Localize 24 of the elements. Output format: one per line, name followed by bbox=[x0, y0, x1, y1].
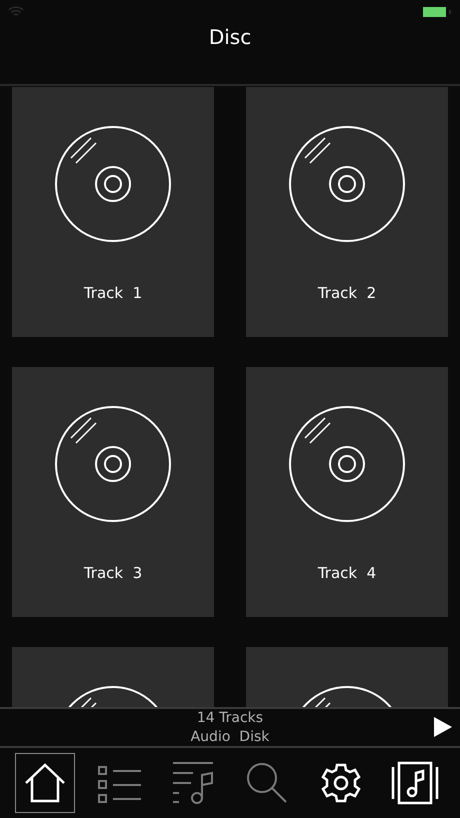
wifi-icon bbox=[8, 6, 24, 18]
battery-icon bbox=[422, 6, 452, 18]
settings-icon bbox=[320, 762, 362, 804]
track-count: 14 Tracks bbox=[196, 708, 264, 728]
disc-icon bbox=[54, 125, 172, 243]
tab-button[interactable] bbox=[15, 753, 75, 813]
playlist-icon bbox=[171, 761, 215, 805]
search-icon bbox=[245, 761, 289, 805]
track-title: Track 2 bbox=[318, 284, 376, 302]
track-card[interactable]: Track 1 bbox=[12, 87, 214, 337]
album-music-icon bbox=[391, 761, 439, 805]
track-title: Track 3 bbox=[84, 564, 142, 582]
track-card[interactable]: Track 3 bbox=[12, 367, 214, 617]
track-title: Track 1 bbox=[84, 284, 142, 302]
disc-icon bbox=[288, 125, 406, 243]
track-title: Track 4 bbox=[318, 564, 376, 582]
play-button[interactable] bbox=[434, 717, 452, 737]
disc-icon bbox=[288, 405, 406, 523]
disc-type: Audio Disk bbox=[190, 728, 270, 746]
track-card[interactable]: Track 4 bbox=[246, 367, 448, 617]
screen-title: Disc bbox=[208, 25, 252, 49]
disc-icon bbox=[54, 405, 172, 523]
home-icon bbox=[23, 761, 67, 805]
track-card[interactable]: Track 2 bbox=[246, 87, 448, 337]
